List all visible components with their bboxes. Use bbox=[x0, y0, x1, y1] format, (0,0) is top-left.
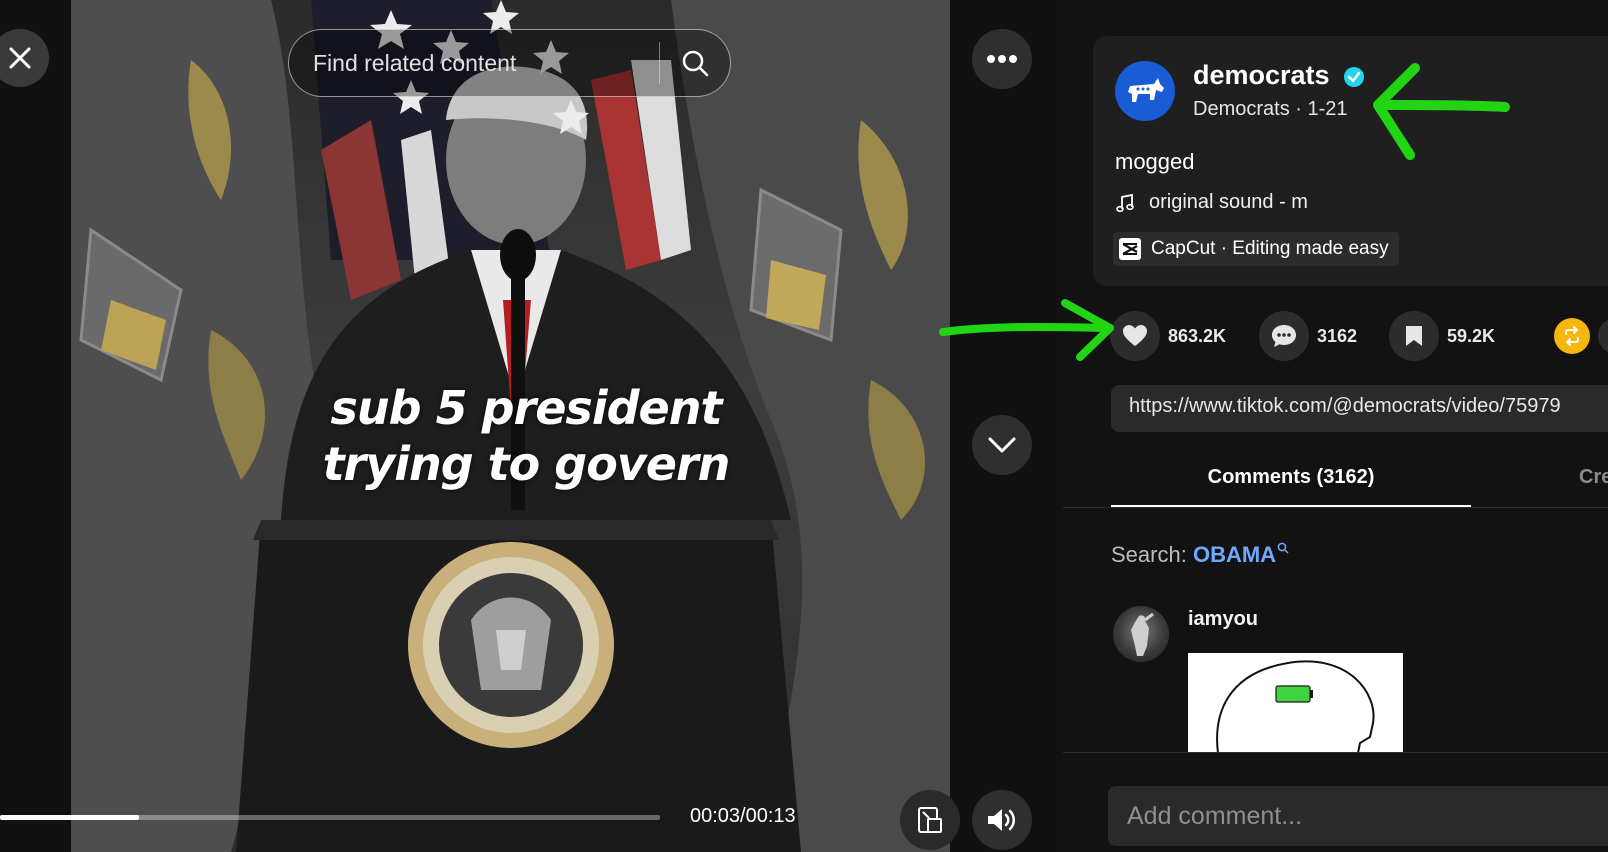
author-avatar[interactable] bbox=[1115, 61, 1175, 121]
next-video-button[interactable] bbox=[972, 415, 1032, 475]
like-circle bbox=[1110, 311, 1160, 361]
search-icon bbox=[682, 50, 709, 77]
video-frame[interactable]: sub 5 president trying to govern bbox=[71, 0, 950, 852]
related-search-box[interactable] bbox=[288, 29, 731, 97]
tab-comments[interactable]: Comments (3162) bbox=[1111, 463, 1471, 507]
sound-link[interactable]: original sound - m bbox=[1115, 191, 1308, 214]
post-description: mogged bbox=[1115, 149, 1195, 174]
search-button[interactable] bbox=[660, 33, 730, 93]
heart-icon bbox=[1123, 325, 1147, 346]
chevron-down-icon bbox=[988, 437, 1016, 453]
save-circle bbox=[1389, 311, 1439, 361]
comment-username[interactable]: iamyou bbox=[1188, 608, 1258, 631]
mini-player-button[interactable] bbox=[900, 790, 960, 850]
video-caption: sub 5 president trying to govern bbox=[296, 380, 756, 492]
volume-button[interactable] bbox=[972, 790, 1032, 850]
add-comment-input[interactable] bbox=[1108, 786, 1608, 846]
music-note-icon bbox=[1116, 193, 1134, 212]
capcut-logo-icon bbox=[1119, 238, 1141, 260]
repost-button[interactable] bbox=[1554, 318, 1590, 354]
video-player[interactable]: sub 5 president trying to govern 00:03/0… bbox=[0, 0, 1063, 852]
search-mini-icon bbox=[1277, 542, 1289, 554]
more-icon bbox=[987, 55, 1017, 63]
video-link[interactable]: https://www.tiktok.com/@democrats/video/… bbox=[1111, 385, 1608, 432]
comment-sticker-image bbox=[1216, 660, 1375, 753]
repost-icon bbox=[1565, 326, 1579, 346]
comment-image[interactable] bbox=[1188, 653, 1403, 753]
like-button[interactable]: 863.2K bbox=[1110, 311, 1226, 361]
post-date: 1-21 bbox=[1307, 98, 1348, 120]
close-icon bbox=[9, 47, 31, 69]
progress-bar[interactable] bbox=[0, 815, 660, 820]
author-display-name: Democrats bbox=[1193, 98, 1290, 120]
time-display: 00:03/00:13 bbox=[690, 805, 796, 827]
author-username[interactable]: democrats bbox=[1193, 60, 1330, 91]
save-button[interactable]: 59.2K bbox=[1389, 311, 1495, 361]
comment-divider bbox=[1063, 752, 1608, 753]
comment-circle bbox=[1259, 311, 1309, 361]
progress-fill bbox=[0, 815, 139, 820]
caption-line-1: sub 5 president bbox=[330, 381, 723, 435]
caption-line-2: trying to govern bbox=[322, 437, 731, 491]
search-term-text: OBAMA bbox=[1192, 542, 1277, 567]
comment-count: 3162 bbox=[1317, 325, 1358, 346]
search-suggestion-term[interactable]: OBAMA bbox=[1193, 542, 1289, 567]
like-count: 863.2K bbox=[1168, 325, 1227, 346]
save-count: 59.2K bbox=[1447, 325, 1496, 346]
verified-badge-icon bbox=[1344, 67, 1364, 87]
capcut-label: CapCut · Editing made easy bbox=[1151, 238, 1389, 259]
search-input[interactable] bbox=[311, 48, 655, 78]
sound-name: original sound - m bbox=[1149, 191, 1308, 213]
subline-separator: · bbox=[1295, 98, 1308, 120]
donkey-logo-icon bbox=[1128, 78, 1164, 102]
close-button[interactable] bbox=[0, 29, 49, 87]
floating-player-icon bbox=[918, 807, 942, 833]
search-suggestion: Search: OBAMA bbox=[1111, 542, 1289, 568]
comment-avatar[interactable] bbox=[1113, 606, 1169, 662]
capcut-tag[interactable]: CapCut · Editing made easy bbox=[1113, 232, 1399, 266]
more-options-button[interactable] bbox=[972, 29, 1032, 89]
speaker-icon bbox=[988, 809, 1015, 831]
author-card: democrats Democrats · 1-21 mogged origin… bbox=[1093, 36, 1608, 286]
statue-figure-icon bbox=[1131, 612, 1154, 656]
tab-creator-videos[interactable]: Cre bbox=[1579, 466, 1608, 489]
search-suggestion-label: Search: bbox=[1111, 542, 1187, 567]
comment-button[interactable]: 3162 bbox=[1259, 311, 1357, 361]
author-subline: Democrats · 1-21 bbox=[1193, 98, 1348, 121]
comment-bubble-icon bbox=[1272, 325, 1296, 347]
tab-divider bbox=[1063, 507, 1608, 508]
bookmark-icon bbox=[1406, 326, 1422, 346]
